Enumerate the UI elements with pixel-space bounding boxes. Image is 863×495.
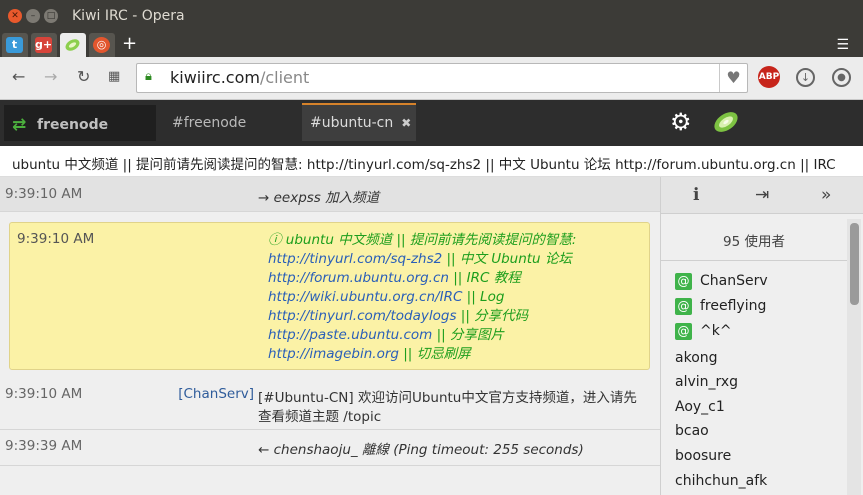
channel-label: #ubuntu-cn	[310, 115, 394, 131]
tab-google-plus[interactable]: g+	[31, 33, 57, 57]
user-list-item[interactable]: alvin_rxg	[675, 374, 738, 390]
user-list-item[interactable]: @ ^k^	[675, 323, 732, 340]
op-badge: @	[675, 273, 692, 290]
user-list-item[interactable]: boosure	[675, 448, 731, 464]
message-nick[interactable]: [ChanServ]	[178, 386, 254, 402]
kiwi-header-bar: ⇄ freenode #freenode #ubuntu-cn ✖ ⚙	[0, 100, 863, 146]
topic-link[interactable]: http://tinyurl.com/todaylogs	[268, 308, 456, 324]
quit-message: ← chenshaoju_ 離線 (Ping timeout: 255 seco…	[258, 442, 584, 458]
topic-link[interactable]: http://tinyurl.com/sq-zhs2	[268, 251, 442, 267]
ubuntu-icon: ◎	[93, 37, 110, 53]
lock-icon: 🔒︎	[145, 69, 152, 84]
twitter-icon: t	[6, 37, 23, 53]
user-list-item[interactable]: Aoy_c1	[675, 399, 725, 415]
settings-gear-icon[interactable]: ⚙	[670, 108, 692, 136]
back-icon[interactable]: ←	[12, 67, 25, 86]
user-sidebar: ℹ ⇥ » 95 使用者 @ ChanServ @ freeflying @ ^k^ …	[660, 177, 863, 495]
forward-icon[interactable]: →	[44, 67, 57, 86]
tab-twitter[interactable]: t	[2, 33, 28, 57]
user-list-item[interactable]: @ ChanServ	[675, 273, 768, 290]
network-label: freenode	[37, 117, 109, 133]
message-time: 9:39:39 AM	[5, 438, 83, 454]
topic-text: ubuntu 中文频道 || 提问前请先阅读提问的智慧: http://tiny…	[12, 157, 836, 173]
adblock-plus-button[interactable]: ABP	[758, 66, 780, 88]
topic-line: http://tinyurl.com/todaylogs || 分享代码	[268, 308, 529, 324]
network-switch-icon: ⇄	[12, 115, 27, 135]
message-panel: 9:39:10 AM → eexpss 加入频道 9:39:10 AM ⓘ ub…	[0, 177, 660, 495]
join-message: → eexpss 加入频道	[258, 190, 380, 206]
tab-channel-ubuntu-cn[interactable]: #ubuntu-cn ✖	[302, 103, 416, 141]
user-list-item[interactable]: @ freeflying	[675, 298, 766, 315]
topic-line: http://imagebin.org || 切忌刷屏	[268, 346, 471, 362]
message-row-chanserv: 9:39:10 AM [ChanServ] [#Ubuntu-CN] 欢迎访问U…	[0, 377, 660, 430]
message-time: 9:39:10 AM	[17, 231, 95, 247]
channel-info-icon[interactable]: ℹ	[693, 185, 699, 205]
window-minimize-button[interactable]: –	[26, 9, 40, 23]
collapse-sidebar-icon[interactable]: »	[821, 185, 831, 205]
reload-icon[interactable]: ↻	[77, 67, 90, 86]
user-list-item[interactable]: chihchun_afk	[675, 473, 767, 489]
url-text: kiwiirc.com/client	[170, 68, 310, 87]
message-text-line: 查看频道主题 /topic	[258, 409, 382, 425]
leave-channel-icon[interactable]: ⇥	[755, 185, 769, 205]
kiwi-logo-icon	[712, 108, 740, 136]
message-text-line: [#Ubuntu-CN] 欢迎访问Ubuntu中文官方支持频道，进入请先	[258, 390, 637, 406]
user-count: 95 使用者	[723, 234, 785, 250]
topic-message-box: 9:39:10 AM ⓘ ubuntu 中文频道 || 提问前请先阅读提问的智慧…	[9, 222, 650, 370]
tab-channel-freenode[interactable]: #freenode	[172, 105, 246, 143]
kiwi-icon	[64, 37, 81, 53]
window-title: Kiwi IRC - Opera	[72, 8, 185, 24]
topic-line: http://paste.ubuntu.com || 分享图片	[268, 327, 505, 343]
message-time: 9:39:10 AM	[5, 186, 83, 202]
topic-header: ⓘ ubuntu 中文频道 || 提问前请先阅读提问的智慧:	[268, 232, 577, 248]
window-titlebar: ✕ – □ Kiwi IRC - Opera	[0, 0, 863, 33]
op-badge: @	[675, 323, 692, 340]
op-badge: @	[675, 298, 692, 315]
close-channel-icon[interactable]: ✖	[401, 116, 411, 130]
topic-line: http://wiki.ubuntu.org.cn/IRC || Log	[268, 289, 505, 305]
tab-ubuntu[interactable]: ◎	[89, 33, 115, 57]
user-list-scroll-thumb[interactable]	[850, 223, 859, 305]
address-bar[interactable]: 🔒︎ kiwiirc.com/client ♥	[136, 63, 748, 93]
topic-line: http://forum.ubuntu.org.cn || IRC 教程	[268, 270, 521, 286]
message-row-join: 9:39:10 AM → eexpss 加入频道	[0, 177, 660, 212]
tab-kiwi[interactable]	[60, 33, 86, 57]
message-row-quit: 9:39:39 AM ← chenshaoju_ 離線 (Ping timeou…	[0, 431, 660, 466]
download-icon[interactable]: ↓	[796, 68, 815, 87]
topic-line: http://tinyurl.com/sq-zhs2 || 中文 Ubuntu …	[268, 251, 572, 267]
browser-toolbar: ← → ↻ ▦ 🔒︎ kiwiirc.com/client ♥ ABP ↓ ●	[0, 57, 863, 100]
opera-menu-icon[interactable]: ●	[832, 68, 851, 87]
user-list-item[interactable]: akong	[675, 350, 718, 366]
topic-link[interactable]: http://paste.ubuntu.com	[268, 327, 432, 343]
bookmark-heart-icon[interactable]: ♥	[719, 64, 747, 92]
channel-topic-bar: ubuntu 中文频道 || 提问前请先阅读提问的智慧: http://tiny…	[0, 146, 863, 177]
new-tab-button[interactable]: +	[122, 33, 137, 55]
user-list-item[interactable]: bcao	[675, 423, 709, 439]
channel-label: #freenode	[172, 115, 247, 131]
window-close-button[interactable]: ✕	[8, 9, 22, 23]
speed-dial-icon[interactable]: ▦	[108, 69, 120, 84]
google-plus-icon: g+	[35, 37, 53, 53]
window-maximize-button[interactable]: □	[44, 9, 58, 23]
message-time: 9:39:10 AM	[5, 386, 83, 402]
topic-link[interactable]: http://wiki.ubuntu.org.cn/IRC	[268, 289, 462, 305]
topic-link[interactable]: http://imagebin.org	[268, 346, 399, 362]
user-list: @ ChanServ @ freeflying @ ^k^ akong alvin_r…	[661, 260, 847, 489]
topic-link[interactable]: http://forum.ubuntu.org.cn	[268, 270, 449, 286]
tab-menu-icon[interactable]: ☰	[836, 37, 849, 53]
sidebar-toolbar: ℹ ⇥ »	[661, 177, 863, 214]
browser-tab-strip: t g+ ◎ + ☰	[0, 33, 863, 57]
network-tab[interactable]: ⇄ freenode	[4, 105, 156, 141]
